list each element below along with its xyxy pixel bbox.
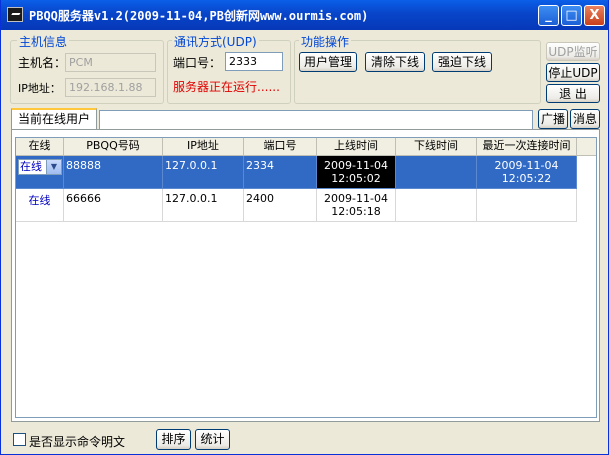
- login-time-cell[interactable]: 2009-11-04 12:05:18: [317, 189, 396, 222]
- online-users-table[interactable]: 在线 PBQQ号码 IP地址 端口号 上线时间 下线时间 最近一次连接时间 在线…: [15, 137, 597, 418]
- port-cell[interactable]: 2400: [244, 189, 317, 222]
- show-command-checkbox[interactable]: [13, 433, 26, 446]
- ip-label: IP地址：: [18, 82, 61, 95]
- stop-udp-button[interactable]: 停止UDP: [546, 63, 600, 82]
- tab-online-users[interactable]: 当前在线用户: [11, 108, 97, 130]
- table-row[interactable]: 在线 ▼ 88888 127.0.0.1 2334 2009-11-04 12:…: [16, 156, 577, 189]
- clear-offline-button[interactable]: 清除下线: [365, 52, 425, 72]
- hostname-label: 主机名：: [18, 56, 67, 70]
- last-connect-cell[interactable]: [477, 189, 577, 222]
- app-icon: [7, 7, 23, 22]
- minimize-button[interactable]: _: [538, 5, 559, 26]
- force-offline-button[interactable]: 强迫下线: [432, 52, 492, 72]
- qq-cell[interactable]: 66666: [64, 189, 163, 222]
- user-management-button[interactable]: 用户管理: [299, 52, 357, 72]
- online-status-combo[interactable]: 在线 ▼: [18, 159, 62, 175]
- column-header[interactable]: 端口号: [244, 138, 317, 155]
- last-connect-date: 2009-11-04: [494, 159, 559, 172]
- login-date: 2009-11-04: [324, 159, 388, 172]
- column-header[interactable]: 最近一次连接时间: [477, 138, 577, 155]
- login-time-cell[interactable]: 2009-11-04 12:05:02: [317, 156, 396, 189]
- port-input[interactable]: 2333: [225, 52, 283, 71]
- sort-button[interactable]: 排序: [156, 429, 191, 450]
- qq-cell[interactable]: 88888: [64, 156, 163, 189]
- column-header[interactable]: 上线时间: [317, 138, 396, 155]
- comm-title: 通讯方式(UDP): [172, 33, 259, 50]
- show-command-label: 是否显示命令明文: [29, 435, 126, 449]
- login-date: 2009-11-04: [324, 192, 388, 205]
- window-title: PBQQ服务器v1.2(2009-11-04,PB创新网www.ourmis.c…: [29, 9, 369, 23]
- hostname-field[interactable]: PCM: [65, 53, 156, 72]
- table-header: 在线 PBQQ号码 IP地址 端口号 上线时间 下线时间 最近一次连接时间: [16, 138, 596, 156]
- column-header[interactable]: PBQQ号码: [64, 138, 163, 155]
- title-bar[interactable]: PBQQ服务器v1.2(2009-11-04,PB创新网www.ourmis.c…: [1, 0, 608, 30]
- ip-field[interactable]: 192.168.1.88: [65, 78, 156, 97]
- udp-listen-button[interactable]: UDP监听: [546, 42, 600, 61]
- close-button[interactable]: X: [584, 5, 605, 26]
- server-status: 服务器正在运行......: [173, 80, 280, 94]
- app-window: PBQQ服务器v1.2(2009-11-04,PB创新网www.ourmis.c…: [0, 0, 609, 455]
- maximize-button[interactable]: □: [561, 5, 582, 26]
- logout-time-cell[interactable]: [396, 156, 477, 189]
- table-row[interactable]: 在线 66666 127.0.0.1 2400 2009-11-04 12:05…: [16, 189, 577, 222]
- broadcast-button[interactable]: 广播: [538, 109, 568, 129]
- online-cell[interactable]: 在线: [16, 189, 64, 222]
- login-time: 12:05:18: [331, 205, 381, 218]
- column-header[interactable]: IP地址: [163, 138, 244, 155]
- last-connect-time: 12:05:22: [501, 172, 552, 185]
- column-header[interactable]: 下线时间: [396, 138, 477, 155]
- message-button[interactable]: 消息: [570, 109, 600, 129]
- ip-cell[interactable]: 127.0.0.1: [163, 156, 244, 189]
- logout-time-cell[interactable]: [396, 189, 477, 222]
- message-input[interactable]: [99, 110, 533, 130]
- host-info-title: 主机信息: [17, 33, 70, 50]
- online-cell[interactable]: 在线 ▼: [16, 156, 64, 189]
- login-time: 12:05:02: [331, 172, 381, 185]
- chevron-down-icon[interactable]: ▼: [46, 160, 61, 174]
- exit-button[interactable]: 退 出: [546, 84, 600, 103]
- ip-cell[interactable]: 127.0.0.1: [163, 189, 244, 222]
- last-connect-cell[interactable]: 2009-11-04 12:05:22: [477, 156, 577, 189]
- port-label: 端口号：: [173, 56, 222, 70]
- online-status-value: 在线: [20, 160, 42, 173]
- functions-title: 功能操作: [299, 33, 352, 50]
- stats-button[interactable]: 统计: [195, 429, 230, 450]
- port-cell[interactable]: 2334: [244, 156, 317, 189]
- column-header[interactable]: 在线: [16, 138, 64, 155]
